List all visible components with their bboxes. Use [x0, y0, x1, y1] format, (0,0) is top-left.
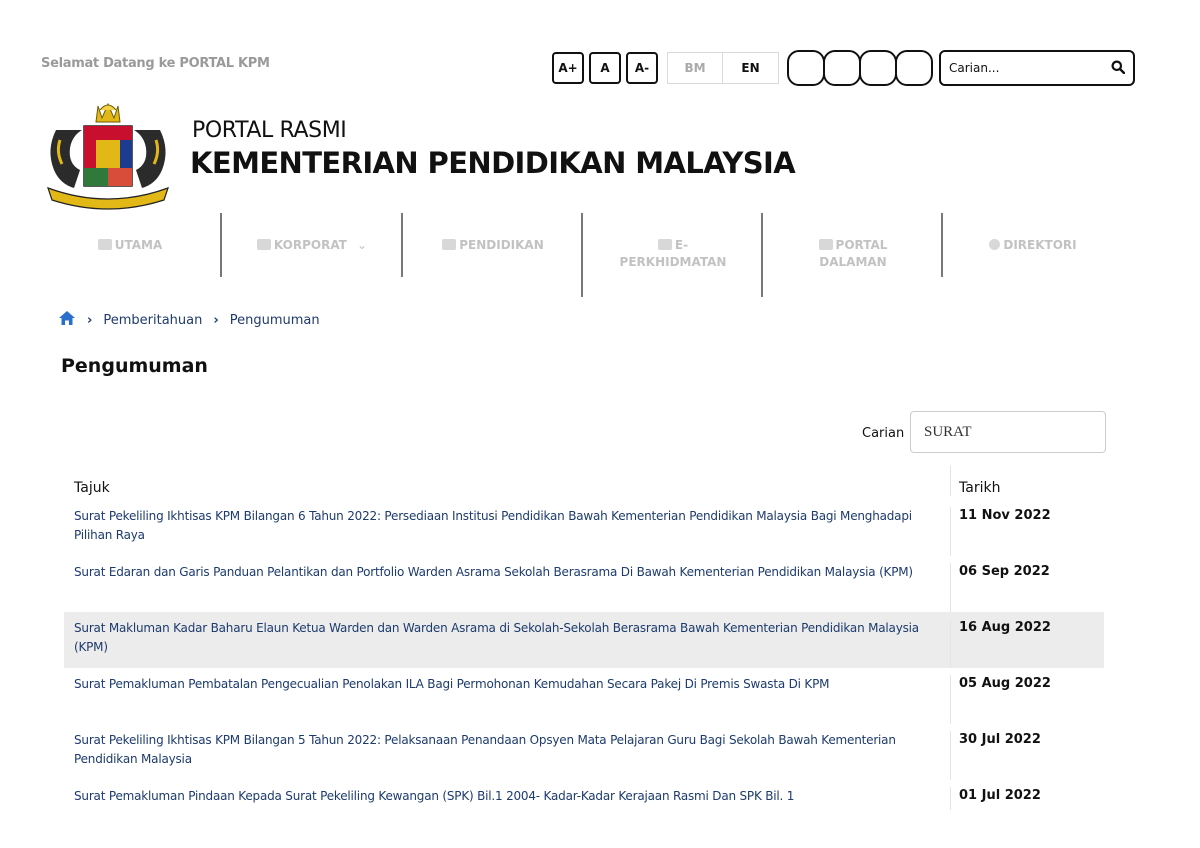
announcement-date: 06 Sep 2022 — [950, 563, 1104, 612]
table-row: Surat Edaran dan Garis Panduan Pelantika… — [64, 556, 1104, 612]
home-icon[interactable] — [58, 310, 76, 330]
nav-label-line1: PORTAL — [835, 238, 888, 252]
announcement-link[interactable]: Surat Pekeliling Ikhtisas KPM Bilangan 6… — [64, 507, 950, 556]
language-en-button[interactable]: EN — [723, 52, 779, 84]
main-navigation: UTAMA KORPORAT ⌄ PENDIDIKAN E- PERKHIDMA… — [40, 213, 1160, 301]
nav-item-pendidikan[interactable]: PENDIDIKAN — [403, 213, 583, 254]
announcement-link[interactable]: Surat Pemakluman Pindaan Kepada Surat Pe… — [64, 787, 950, 810]
announcement-link[interactable]: Surat Pemakluman Pembatalan Pengecualian… — [64, 675, 950, 724]
breadcrumb-current: Pengumuman — [229, 312, 320, 328]
nav-item-e-perkhidmatan[interactable]: E- PERKHIDMATAN — [583, 213, 763, 271]
nav-item-direktori[interactable]: DIREKTORI — [943, 213, 1123, 254]
announcement-date: 01 Jul 2022 — [950, 787, 1104, 810]
portal-subtitle: PORTAL RASMI — [192, 118, 347, 143]
font-decrease-button[interactable]: A- — [626, 52, 658, 84]
filter-label: Carian — [862, 426, 905, 441]
language-switcher: BM EN — [667, 52, 779, 84]
font-default-button[interactable]: A — [589, 52, 621, 84]
site-search-input[interactable] — [949, 61, 1099, 75]
chevron-right-icon: › — [87, 312, 93, 328]
column-header-tajuk[interactable]: Tajuk — [64, 480, 950, 496]
site-search — [939, 50, 1135, 86]
window-icon — [818, 239, 833, 250]
coat-of-arms-logo[interactable] — [40, 100, 176, 210]
table-row: Surat Pekeliling Ikhtisas KPM Bilangan 6… — [64, 500, 1104, 556]
announcement-date: 05 Aug 2022 — [950, 675, 1104, 724]
font-increase-button[interactable]: A+ — [552, 52, 584, 84]
table-row: Surat Makluman Kadar Baharu Elaun Ketua … — [64, 612, 1104, 668]
chevron-right-icon: › — [213, 312, 219, 328]
welcome-text: Selamat Datang ke PORTAL KPM — [41, 56, 270, 71]
column-header-tarikh[interactable]: Tarikh — [950, 466, 1104, 496]
youtube-icon[interactable] — [895, 50, 933, 86]
search-icon[interactable] — [1111, 59, 1126, 78]
nav-label: PENDIDIKAN — [459, 238, 544, 252]
announcement-link[interactable]: Surat Edaran dan Garis Panduan Pelantika… — [64, 563, 950, 612]
table-header: Tajuk Tarikh — [64, 466, 1104, 500]
table-row: Surat Pemakluman Pindaan Kepada Surat Pe… — [64, 780, 1104, 810]
table-row: Surat Pemakluman Pembatalan Pengecualian… — [64, 668, 1104, 724]
filter-search-input[interactable] — [910, 411, 1106, 453]
facebook-icon[interactable] — [787, 50, 825, 86]
nav-label: KORPORAT — [273, 238, 347, 252]
table-row: Surat Pekeliling Ikhtisas KPM Bilangan 5… — [64, 724, 1104, 780]
gears-icon — [657, 239, 672, 250]
ministry-title: KEMENTERIAN PENDIDIKAN MALAYSIA — [190, 146, 796, 180]
announcement-link[interactable]: Surat Makluman Kadar Baharu Elaun Ketua … — [64, 619, 950, 668]
top-toolbar: A+ A A- BM EN — [552, 50, 1135, 86]
home-icon — [97, 239, 112, 250]
announcements-table: Tajuk Tarikh Surat Pekeliling Ikhtisas K… — [64, 466, 1104, 810]
breadcrumb: › Pemberitahuan › Pengumuman — [58, 310, 320, 330]
globe-icon — [989, 239, 1001, 250]
nav-label: UTAMA — [114, 238, 163, 252]
nav-item-portal-dalaman[interactable]: PORTAL DALAMAN — [763, 213, 943, 271]
page-title: Pengumuman — [61, 355, 208, 377]
announcement-date: 16 Aug 2022 — [950, 619, 1104, 668]
social-links — [787, 50, 933, 86]
nav-item-korporat[interactable]: KORPORAT ⌄ — [222, 213, 402, 254]
chevron-down-icon: ⌄ — [357, 238, 368, 252]
nav-item-utama[interactable]: UTAMA — [40, 213, 220, 254]
twitter-icon[interactable] — [823, 50, 861, 86]
book-icon — [442, 239, 457, 250]
instagram-icon[interactable] — [859, 50, 897, 86]
user-icon — [256, 239, 271, 250]
announcement-date: 30 Jul 2022 — [950, 731, 1104, 780]
nav-label-line2: PERKHIDMATAN — [619, 255, 727, 269]
nav-label-line2: DALAMAN — [819, 255, 887, 269]
breadcrumb-link-pemberitahuan[interactable]: Pemberitahuan — [103, 313, 202, 328]
nav-label-line1: E- — [674, 238, 689, 252]
announcement-link[interactable]: Surat Pekeliling Ikhtisas KPM Bilangan 5… — [64, 731, 950, 780]
nav-label: DIREKTORI — [1003, 238, 1077, 252]
announcement-date: 11 Nov 2022 — [950, 507, 1104, 556]
language-bm-button[interactable]: BM — [667, 52, 723, 84]
